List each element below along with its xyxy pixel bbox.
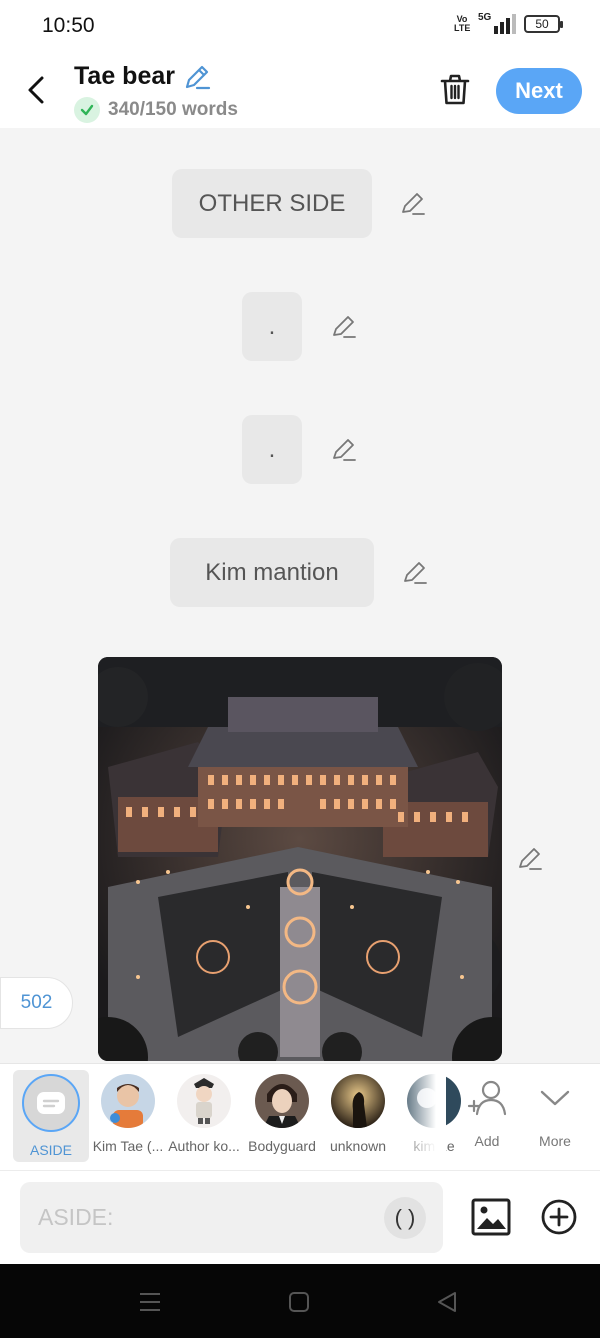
edit-image-button[interactable] [516,845,544,873]
menu-icon [140,1293,160,1311]
message-bubble[interactable]: . [242,415,302,484]
character-aside[interactable]: ASIDE [13,1070,89,1162]
status-time: 10:50 [42,14,95,37]
avatar [101,1074,155,1128]
message-input[interactable] [20,1182,443,1253]
pencil-icon [402,193,425,215]
back-button[interactable] [20,70,52,110]
more-label: More [539,1133,571,1149]
more-characters-button[interactable]: More [526,1078,584,1149]
delete-button[interactable] [436,70,474,110]
character-item[interactable]: Kim Tae (... [88,1074,168,1154]
character-name: Kim Tae (... [92,1138,164,1154]
check-icon [74,97,100,123]
chevron-down-icon [540,1090,570,1106]
header: Tae bear 340/150 words Next [0,52,600,128]
volte-indicator: Vo LTE [454,14,471,33]
edit-message-button[interactable] [399,190,427,218]
message-bubble[interactable]: . [242,292,302,361]
status-bar: 10:50 Vo LTE 5G 50 [0,0,600,52]
chat-bubble-icon [37,1092,65,1114]
add-person-icon [467,1080,507,1116]
character-name: unknown [329,1138,387,1154]
character-name: Bodyguard [248,1138,316,1154]
image-icon [471,1198,511,1236]
character-item[interactable]: Bodyguard [242,1074,322,1154]
system-nav-bar [0,1264,600,1338]
message-bubble[interactable]: Kim mantion [170,538,374,607]
add-button[interactable] [540,1198,578,1236]
home-icon [289,1292,309,1312]
trash-icon [440,74,470,105]
plus-circle-icon [541,1199,577,1235]
scroll-fade [396,1064,446,1164]
battery-icon: 50 [524,15,563,33]
aside-label: ASIDE [29,1142,72,1158]
triangle-back-icon [438,1292,456,1312]
edit-message-button[interactable] [401,559,429,587]
composer: ( ) [0,1171,600,1264]
word-count: 340/150 words [108,99,238,120]
mansion-image [98,657,502,1061]
home-button[interactable] [286,1290,312,1314]
edit-message-button[interactable] [330,436,358,464]
pencil-icon [333,439,356,461]
image-message[interactable] [98,657,502,1061]
story-title: Tae bear [74,62,175,90]
pencil-icon [519,848,542,870]
avatar [177,1074,231,1128]
word-count-row: 340/150 words [74,97,238,123]
character-name: Author ko... [168,1138,240,1154]
pencil-icon [404,562,427,584]
message-bubble[interactable]: OTHER SIDE [172,169,372,238]
pencil-icon [333,316,356,338]
network-type: 5G [478,12,492,23]
pencil-icon [185,65,211,89]
character-bar: ASIDE Kim Tae (... Author ko... Bodyguar… [0,1063,600,1171]
battery-level: 50 [535,17,549,31]
insert-image-button[interactable] [471,1197,511,1237]
aside-avatar [22,1074,80,1132]
signal-icon: 5G [478,12,516,34]
edit-message-button[interactable] [330,313,358,341]
avatar [331,1074,385,1128]
status-icons: Vo LTE 5G 50 [454,12,563,34]
title-row: Tae bear [74,62,211,91]
next-button[interactable]: Next [496,68,582,114]
recents-button[interactable] [137,1290,163,1314]
message-counter[interactable]: 502 [0,977,73,1029]
chevron-left-icon [28,76,44,104]
character-item[interactable]: unknown [318,1074,398,1154]
back-nav-button[interactable] [434,1290,460,1314]
add-label: Add [474,1133,500,1149]
parentheses-button[interactable]: ( ) [384,1197,426,1239]
edit-title-button[interactable] [183,63,211,91]
avatar [255,1074,309,1128]
add-character-button[interactable]: Add [458,1078,516,1149]
character-item[interactable]: Author ko... [164,1074,244,1154]
